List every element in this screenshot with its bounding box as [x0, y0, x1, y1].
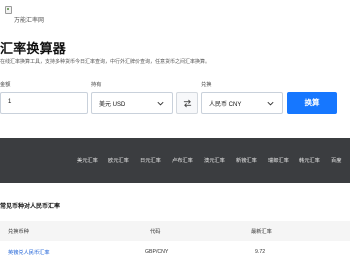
from-currency-label: 持有: [91, 82, 102, 88]
section-title: 常见币种对人民币汇率: [0, 204, 61, 210]
site-logo[interactable]: 万能汇率网: [5, 6, 44, 24]
broken-image-icon: [5, 6, 12, 14]
col-header-currency: 兑换币种: [8, 229, 29, 235]
page-subtitle: 在线汇率换算工具，支持多种货币今日汇率查询，中行外汇牌价查询，任意货币之间汇率换…: [0, 59, 211, 65]
nav-item-sgd[interactable]: 新镑汇率: [236, 157, 257, 164]
nav-item-rub[interactable]: 卢布汇率: [172, 157, 193, 164]
from-currency-value: 美元 USD: [99, 102, 126, 108]
converter-panel: 万能汇率网 汇率换算器 在线汇率换算工具，支持多种货币今日汇率查询，中行外汇牌价…: [0, 0, 350, 135]
exchange-rate: 9.72: [255, 249, 266, 255]
nav-item-jpy[interactable]: 日元汇率: [140, 157, 161, 164]
nav-item-eur[interactable]: 欧元汇率: [108, 157, 129, 164]
swap-currencies-button[interactable]: [176, 92, 198, 114]
currency-code: GBP/CNY: [145, 249, 169, 255]
col-header-rate: 最新汇率: [251, 229, 272, 235]
nav-item-aud[interactable]: 澳元汇率: [204, 157, 225, 164]
amount-label: 金额: [0, 82, 11, 88]
currency-pair-link[interactable]: 英镑兑人民币汇率: [8, 249, 50, 256]
nav-item-krw[interactable]: 韩元汇率: [299, 157, 320, 164]
page-title: 汇率换算器: [0, 41, 67, 56]
to-currency-select[interactable]: 人民币 CNY: [201, 92, 283, 114]
col-header-code: 代码: [150, 229, 161, 235]
amount-input[interactable]: 1: [0, 92, 88, 114]
logo-alt-text: 万能汇率网: [14, 18, 45, 24]
chevron-down-icon: [267, 101, 274, 106]
nav-item-usd[interactable]: 美元汇率: [77, 157, 98, 164]
chevron-down-icon: [157, 101, 164, 106]
table-header: 兑换币种 代码 最新汇率: [0, 221, 350, 241]
from-currency-select[interactable]: 美元 USD: [91, 92, 173, 114]
table-row: 英镑兑人民币汇率 GBP/CNY 9.72: [0, 241, 350, 263]
to-currency-value: 人民币 CNY: [209, 102, 242, 108]
nav-item-chf[interactable]: 瑞郎汇率: [268, 157, 289, 164]
convert-button[interactable]: 换算: [287, 92, 337, 114]
currency-nav-bar: 美元汇率 欧元汇率 日元汇率 卢布汇率 澳元汇率 新镑汇率 瑞郎汇率 韩元汇率 …: [0, 138, 350, 183]
to-currency-label: 兑换: [201, 82, 212, 88]
swap-arrows-icon: [183, 99, 192, 108]
amount-value: 1: [8, 99, 12, 105]
nav-item-baidu[interactable]: 百度: [331, 157, 341, 164]
